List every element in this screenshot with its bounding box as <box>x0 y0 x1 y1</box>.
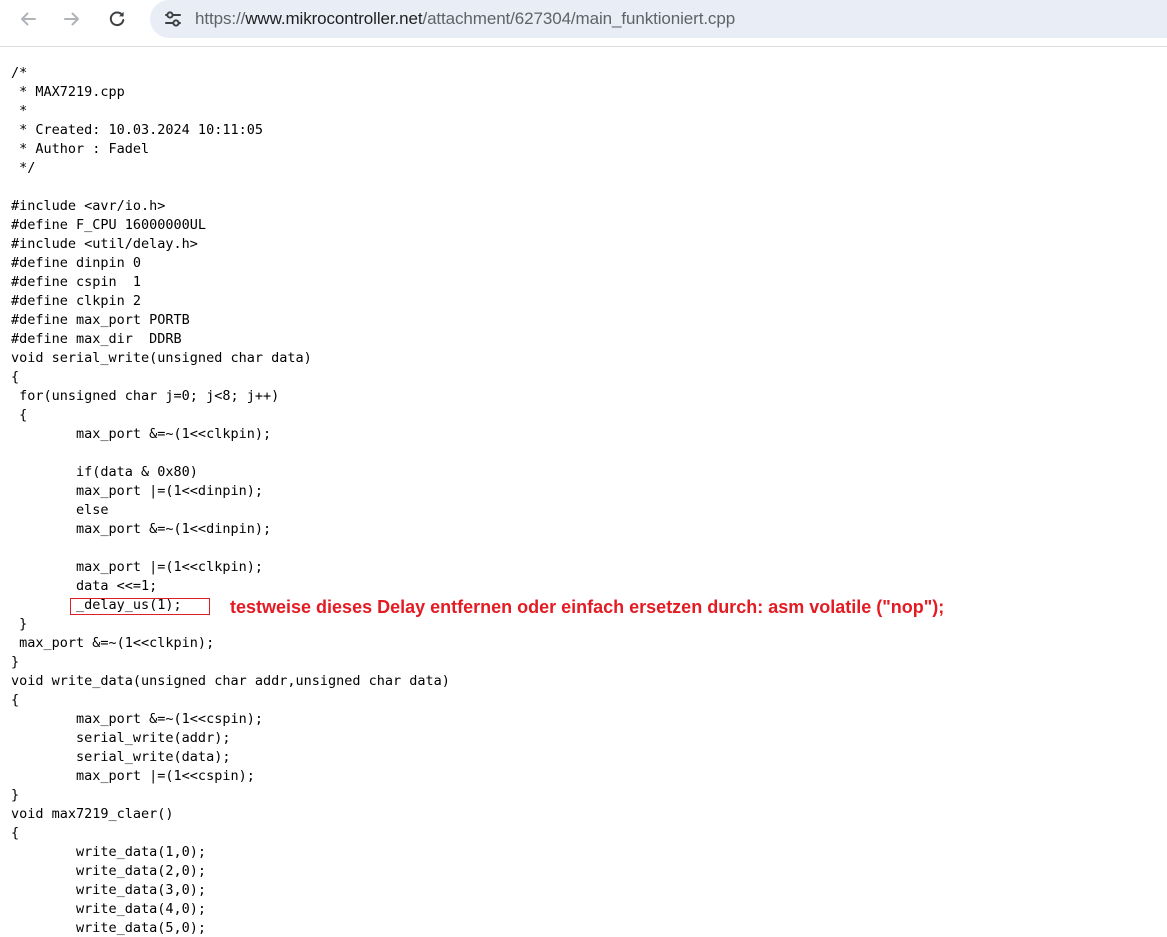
source-code: /* * MAX7219.cpp * * Created: 10.03.2024… <box>11 65 450 936</box>
reload-button[interactable] <box>102 4 132 34</box>
url-text[interactable]: https://www.mikrocontroller.net/attachme… <box>195 8 735 30</box>
annotation-note: testweise dieses Delay entfernen oder ei… <box>230 597 945 617</box>
arrow-left-icon <box>21 12 36 26</box>
url-host: www.mikrocontroller.net <box>245 9 423 28</box>
reload-icon <box>109 11 125 27</box>
delay-highlight-box <box>70 598 210 615</box>
address-bar[interactable]: https://www.mikrocontroller.net/attachme… <box>150 0 1167 38</box>
back-button[interactable] <box>13 4 43 34</box>
tune-icon <box>165 11 181 27</box>
url-path: /attachment/627304/main_funktioniert.cpp <box>422 9 736 28</box>
page-content: /* * MAX7219.cpp * * Created: 10.03.2024… <box>0 47 1167 937</box>
site-info-button[interactable] <box>158 4 188 34</box>
arrow-right-icon <box>64 12 79 26</box>
url-scheme: https:// <box>195 9 246 28</box>
browser-toolbar: https://www.mikrocontroller.net/attachme… <box>0 0 1167 38</box>
forward-button[interactable] <box>57 4 87 34</box>
